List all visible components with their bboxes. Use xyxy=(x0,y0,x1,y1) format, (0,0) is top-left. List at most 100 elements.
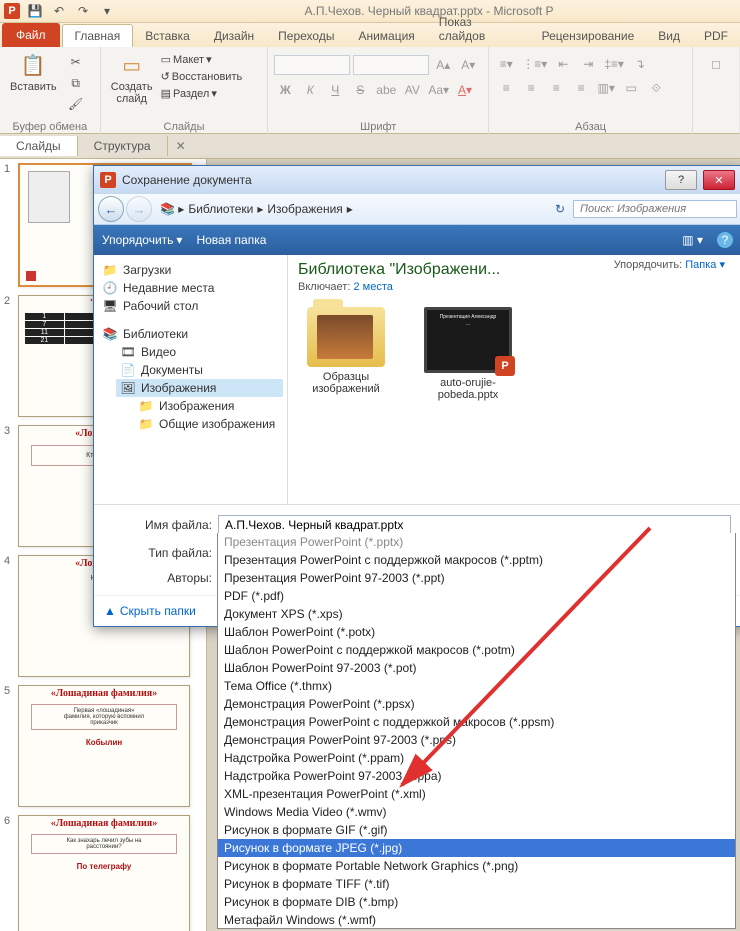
folder-item[interactable]: Образцы изображений xyxy=(298,307,394,401)
nav-back-icon[interactable]: ← xyxy=(98,196,124,222)
file-item[interactable]: Презентация Александр...P auto-orujie-po… xyxy=(420,307,516,401)
filetype-option[interactable]: Документ XPS (*.xps) xyxy=(218,605,735,623)
dialog-help-icon[interactable]: ? xyxy=(665,170,697,190)
tab-pdf[interactable]: PDF xyxy=(692,25,740,47)
filetype-option[interactable]: Рисунок в формате TIFF (*.tif) xyxy=(218,875,735,893)
organize-button[interactable]: Упорядочить ▾ xyxy=(102,233,182,247)
filetype-option[interactable]: Надстройка PowerPoint 97-2003 (*.ppa) xyxy=(218,767,735,785)
align-right-icon[interactable]: ≡ xyxy=(545,79,567,97)
file-list-area[interactable]: Библиотека "Изображени... Включает: 2 ме… xyxy=(288,255,740,504)
filetype-option[interactable]: Шаблон PowerPoint с поддержкой макросов … xyxy=(218,641,735,659)
section-button[interactable]: ▤ Раздел ▾ xyxy=(161,87,243,100)
filetype-option[interactable]: Презентация PowerPoint с поддержкой макр… xyxy=(218,551,735,569)
sort-link[interactable]: Папка ▾ xyxy=(685,259,725,271)
tab-home[interactable]: Главная xyxy=(62,24,134,47)
filename-input[interactable] xyxy=(218,515,731,535)
numbering-icon[interactable]: ⋮≡▾ xyxy=(520,55,549,73)
folder-tree[interactable]: 📁Загрузки 🕘Недавние места 🖥Рабочий стол … xyxy=(94,255,288,504)
filetype-option[interactable]: XML-презентация PowerPoint (*.xml) xyxy=(218,785,735,803)
qat-save-icon[interactable]: 💾 xyxy=(26,2,44,20)
align-left-icon[interactable]: ≡ xyxy=(495,79,517,97)
filetype-dropdown[interactable]: Презентация PowerPoint (*.pptx)Презентац… xyxy=(217,533,736,929)
filetype-option[interactable]: Рисунок в формате JPEG (*.jpg) xyxy=(218,839,735,857)
filetype-option[interactable]: Шаблон PowerPoint 97-2003 (*.pot) xyxy=(218,659,735,677)
tree-libraries[interactable]: 📚Библиотеки xyxy=(98,325,283,343)
filetype-option[interactable]: Windows Media Video (*.wmv) xyxy=(218,803,735,821)
toolbar-help-icon[interactable]: ? xyxy=(717,232,733,248)
filetype-option[interactable]: Демонстрация PowerPoint (*.ppsx) xyxy=(218,695,735,713)
bullets-icon[interactable]: ≡▾ xyxy=(495,55,517,73)
underline-icon[interactable]: Ч xyxy=(324,81,346,99)
tree-desktop[interactable]: 🖥Рабочий стол xyxy=(98,297,283,315)
filetype-option[interactable]: Демонстрация PowerPoint 97-2003 (*.pps) xyxy=(218,731,735,749)
tab-design[interactable]: Дизайн xyxy=(202,25,266,47)
pane-close-icon[interactable]: ✕ xyxy=(168,136,194,156)
filetype-option[interactable]: Тема Office (*.thmx) xyxy=(218,677,735,695)
tree-pictures-sub[interactable]: 📁Изображения xyxy=(134,397,283,415)
nav-fwd-icon[interactable]: → xyxy=(126,196,152,222)
format-painter-icon[interactable]: 🖌 xyxy=(65,95,87,113)
filetype-option[interactable]: PDF (*.pdf) xyxy=(218,587,735,605)
new-slide-button[interactable]: ▭ Создать слайд xyxy=(107,49,157,107)
view-icon[interactable]: ▥ ▾ xyxy=(682,233,703,247)
filetype-option[interactable]: Презентация PowerPoint (*.pptx) xyxy=(218,533,735,551)
tab-slideshow[interactable]: Показ слайдов xyxy=(427,11,530,47)
slides-pane-tab[interactable]: Слайды xyxy=(0,136,78,156)
hide-folders-button[interactable]: ▲ Скрыть папки xyxy=(104,604,196,618)
strike-icon[interactable]: S xyxy=(349,81,371,99)
grow-font-icon[interactable]: A▴ xyxy=(432,56,454,74)
nav-refresh-icon[interactable]: ↻ xyxy=(549,200,571,218)
tab-review[interactable]: Рецензирование xyxy=(530,25,647,47)
font-color-icon[interactable]: A▾ xyxy=(454,81,476,99)
tree-downloads[interactable]: 📁Загрузки xyxy=(98,261,283,279)
line-spacing-icon[interactable]: ‡≡▾ xyxy=(602,55,626,73)
qat-undo-icon[interactable]: ↶ xyxy=(50,2,68,20)
outline-pane-tab[interactable]: Структура xyxy=(78,136,168,156)
text-direction-icon[interactable]: ↴ xyxy=(629,55,651,73)
italic-icon[interactable]: К xyxy=(299,81,321,99)
spacing-icon[interactable]: AV xyxy=(401,81,423,99)
tree-documents[interactable]: 📄Документы xyxy=(116,361,283,379)
file-tab[interactable]: Файл xyxy=(2,23,60,47)
filetype-option[interactable]: Метафайл Windows (*.wmf) xyxy=(218,911,735,929)
bold-icon[interactable]: Ж xyxy=(274,81,296,99)
case-icon[interactable]: Aa▾ xyxy=(426,81,451,99)
breadcrumb[interactable]: 📚 ▸ Библиотеки ▸ Изображения ▸ xyxy=(154,200,359,218)
indent-inc-icon[interactable]: ⇥ xyxy=(577,55,599,73)
tree-recent[interactable]: 🕘Недавние места xyxy=(98,279,283,297)
shadow-icon[interactable]: abe xyxy=(374,81,398,99)
align-text-icon[interactable]: ▭ xyxy=(620,79,642,97)
qat-redo-icon[interactable]: ↷ xyxy=(74,2,92,20)
cut-icon[interactable]: ✂ xyxy=(65,53,87,71)
filetype-option[interactable]: Рисунок в формате Portable Network Graph… xyxy=(218,857,735,875)
columns-icon[interactable]: ▥▾ xyxy=(595,79,617,97)
tree-pictures[interactable]: 🖼Изображения xyxy=(116,379,283,397)
tab-insert[interactable]: Вставка xyxy=(133,25,202,47)
dialog-close-icon[interactable]: ✕ xyxy=(703,170,735,190)
slide-thumbnail[interactable]: «Лошадиная фамилия»Первая «лошадиная»фам… xyxy=(18,685,190,807)
paste-button[interactable]: 📋 Вставить xyxy=(6,49,61,95)
tab-view[interactable]: Вид xyxy=(646,25,692,47)
align-center-icon[interactable]: ≡ xyxy=(520,79,542,97)
new-folder-button[interactable]: Новая папка xyxy=(196,233,266,247)
layout-button[interactable]: ▭ Макет ▾ xyxy=(161,53,243,66)
indent-dec-icon[interactable]: ⇤ xyxy=(552,55,574,73)
filetype-option[interactable]: Шаблон PowerPoint (*.potx) xyxy=(218,623,735,641)
tree-video[interactable]: 🎞Видео xyxy=(116,343,283,361)
tree-common-pictures[interactable]: 📁Общие изображения xyxy=(134,415,283,433)
slide-thumbnail[interactable]: «Лошадиная фамилия»Как знахарь лечил зуб… xyxy=(18,815,190,931)
search-input[interactable] xyxy=(573,200,737,218)
filetype-option[interactable]: Рисунок в формате DIB (*.bmp) xyxy=(218,893,735,911)
library-locations-link[interactable]: 2 места xyxy=(353,281,392,293)
align-justify-icon[interactable]: ≡ xyxy=(570,79,592,97)
convert-smartart-icon[interactable]: ⟐ xyxy=(645,79,667,97)
filetype-option[interactable]: Рисунок в формате GIF (*.gif) xyxy=(218,821,735,839)
copy-icon[interactable]: ⧉ xyxy=(65,74,87,92)
shapes-icon[interactable]: ◻ xyxy=(705,55,727,73)
tab-transitions[interactable]: Переходы xyxy=(266,25,346,47)
filetype-option[interactable]: Надстройка PowerPoint (*.ppam) xyxy=(218,749,735,767)
font-size-input[interactable] xyxy=(353,55,429,75)
filetype-option[interactable]: Демонстрация PowerPoint с поддержкой мак… xyxy=(218,713,735,731)
font-name-input[interactable] xyxy=(274,55,350,75)
tab-animation[interactable]: Анимация xyxy=(346,25,426,47)
